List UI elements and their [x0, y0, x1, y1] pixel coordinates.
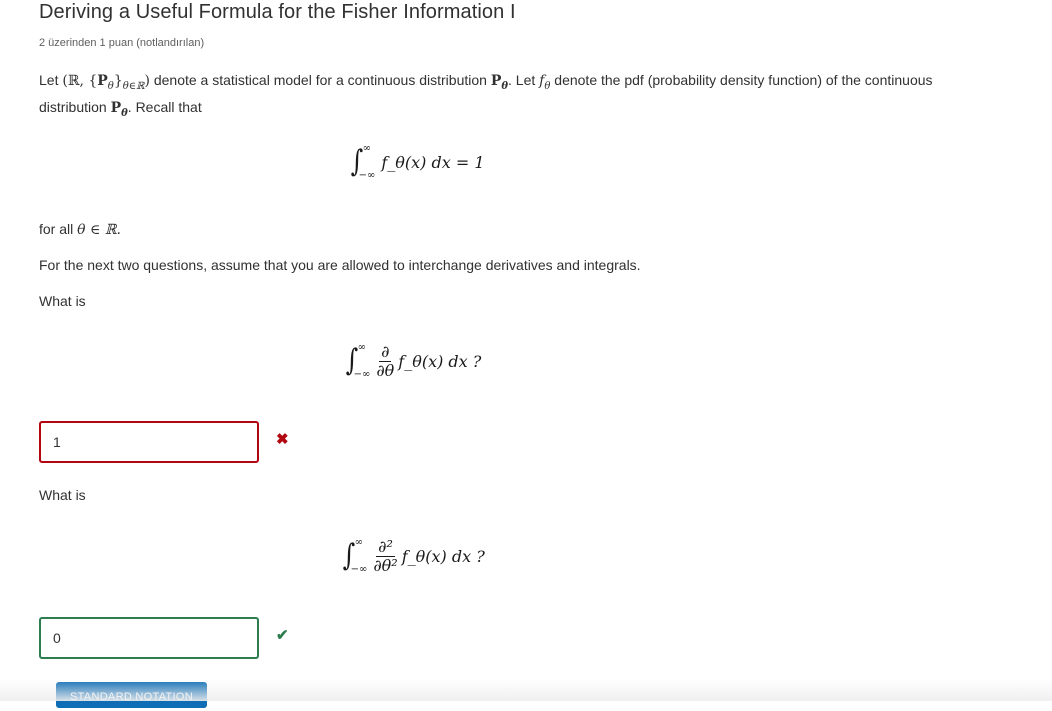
- p-theta-symbol: Pθ: [490, 73, 509, 92]
- p-theta-symbol-2: Pθ: [110, 99, 128, 119]
- upper-limit: ∞: [357, 342, 366, 353]
- text-distribution: distribution: [39, 98, 107, 115]
- integral-limits: ∞ −∞: [354, 342, 371, 380]
- problem-intro: Let (ℝ, {Pθ}θ∈ℝ) denote a statistical mo…: [39, 70, 999, 124]
- model-subscript: θ∈ℝ: [122, 80, 145, 92]
- text-intro-end: denote the pdf (probability density func…: [554, 72, 933, 88]
- fraction-denominator: ∂θ²: [373, 555, 398, 575]
- fraction-denominator: ∂θ: [376, 360, 395, 380]
- question-2-prompt: What is: [39, 487, 86, 503]
- theta-in-r: θ ∈ ℝ.: [77, 222, 121, 238]
- text-let2: . Let: [508, 72, 536, 88]
- fraction-numerator: ∂²: [376, 536, 395, 557]
- integral-sign: ∫: [345, 343, 359, 378]
- integral-limits: ∞ −∞: [351, 537, 368, 575]
- formula-tail: f_θ(x) dx ?: [401, 546, 485, 566]
- answer-input-1[interactable]: 1: [39, 421, 259, 463]
- model-math: (ℝ, {Pθ}θ∈ℝ): [62, 73, 150, 92]
- question-2-formula: ∫ ∞ −∞ ∂² ∂θ² f_θ(x) dx ?: [341, 537, 485, 575]
- text-let: Let: [39, 72, 59, 88]
- fraction-numerator: ∂: [379, 341, 392, 362]
- question-1-prompt: What is: [39, 293, 86, 309]
- derivative-fraction: ∂ ∂θ: [376, 341, 395, 380]
- assumption-text: For the next two questions, assume that …: [39, 257, 641, 273]
- integral-limits: ∞ −∞: [359, 143, 376, 181]
- formula-tail: f_θ(x) dx ?: [398, 351, 482, 371]
- correct-checkmark-icon: ✔: [276, 627, 289, 644]
- derivative-fraction: ∂² ∂θ²: [373, 536, 398, 575]
- upper-limit: ∞: [354, 537, 363, 548]
- recall-expression: f_θ(x) dx = 1: [381, 152, 485, 172]
- points-label: 2 üzerinden 1 puan (notlandırılan): [39, 37, 205, 49]
- integral-sign: ∫: [342, 538, 356, 573]
- incorrect-icon: ✖: [276, 431, 289, 448]
- standard-notation-button[interactable]: STANDARD NOTATION: [56, 682, 207, 708]
- for-all-line: for all θ ∈ ℝ.: [39, 219, 121, 240]
- f-theta-symbol: fθ: [539, 73, 551, 92]
- text-recall: . Recall that: [127, 98, 202, 115]
- answer-input-2[interactable]: 0: [39, 617, 259, 659]
- text-intro-mid: denote a statistical model for a continu…: [153, 72, 487, 88]
- recall-formula: ∫ ∞ −∞ f_θ(x) dx = 1: [349, 143, 485, 181]
- integral-sign: ∫: [350, 144, 364, 179]
- upper-limit: ∞: [362, 143, 371, 154]
- problem-title: Deriving a Useful Formula for the Fisher…: [39, 1, 516, 23]
- question-1-formula: ∫ ∞ −∞ ∂ ∂θ f_θ(x) dx ?: [344, 341, 482, 380]
- text-for-all: for all: [39, 221, 74, 237]
